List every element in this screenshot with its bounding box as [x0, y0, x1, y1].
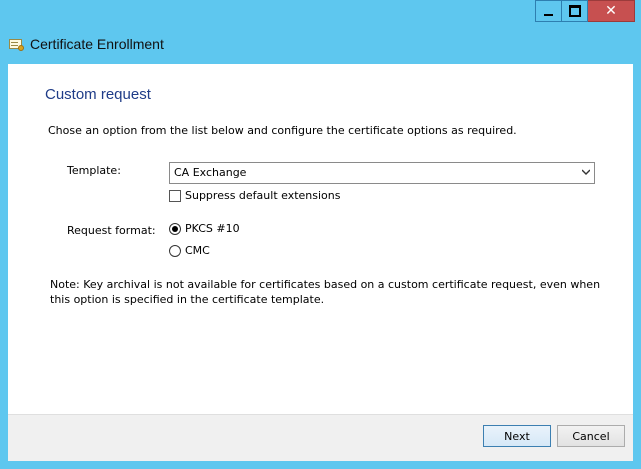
title-bar: Certificate Enrollment: [9, 36, 164, 52]
certificate-icon: [9, 38, 24, 51]
format-option-pkcs10[interactable]: PKCS #10: [169, 222, 240, 235]
key-archival-note: Note: Key archival is not available for …: [50, 278, 601, 306]
format-option-cmc[interactable]: CMC: [169, 244, 210, 257]
certificate-enrollment-window: ✕ Certificate Enrollment Custom request …: [0, 0, 641, 469]
suppress-extensions-checkbox[interactable]: [169, 189, 181, 202]
caption-buttons: ✕: [535, 0, 635, 22]
pkcs10-radio[interactable]: [169, 222, 181, 235]
minimize-button[interactable]: [535, 0, 562, 22]
maximize-button[interactable]: [562, 0, 588, 22]
wizard-content: Custom request Chose an option from the …: [8, 64, 633, 461]
wizard-footer: Next Cancel: [8, 414, 633, 461]
suppress-extensions-label: Suppress default extensions: [185, 189, 341, 202]
template-dropdown[interactable]: CA Exchange: [169, 162, 595, 184]
next-button[interactable]: Next: [483, 425, 551, 447]
cmc-radio[interactable]: [169, 244, 181, 257]
minimize-icon: [544, 13, 553, 16]
cmc-label: CMC: [185, 244, 210, 257]
page-title: Custom request: [45, 86, 151, 103]
close-icon: ✕: [605, 3, 617, 19]
chevron-down-icon: [582, 169, 590, 175]
cancel-button[interactable]: Cancel: [557, 425, 625, 447]
template-selected-value: CA Exchange: [174, 166, 247, 179]
close-button[interactable]: ✕: [588, 0, 635, 22]
pkcs10-label: PKCS #10: [185, 222, 240, 235]
template-label: Template:: [67, 164, 121, 177]
window-title: Certificate Enrollment: [30, 36, 164, 52]
suppress-extensions-option[interactable]: Suppress default extensions: [169, 189, 340, 202]
maximize-icon: [568, 5, 581, 17]
request-format-label: Request format:: [67, 224, 156, 237]
page-description: Chose an option from the list below and …: [48, 124, 517, 137]
